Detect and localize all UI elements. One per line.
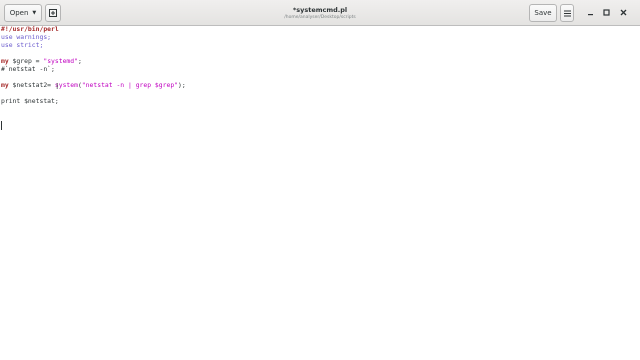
close-button[interactable] xyxy=(617,6,629,18)
hamburger-menu-button[interactable] xyxy=(560,4,574,22)
text-editor-area[interactable] xyxy=(0,26,640,360)
hamburger-menu-icon xyxy=(563,10,571,16)
ibeam-cursor-icon: I xyxy=(56,82,59,91)
maximize-button[interactable] xyxy=(600,6,612,18)
close-icon xyxy=(620,9,626,15)
keyword: my xyxy=(1,57,9,65)
window-title: *systemcmd.pl xyxy=(292,6,348,14)
minimize-button[interactable] xyxy=(584,6,596,18)
code-text: ; xyxy=(77,57,82,65)
header-bar: Open ▼ *systemcmd.pl /home/analyser/Desk… xyxy=(0,0,640,26)
new-document-button[interactable] xyxy=(45,4,61,22)
code-line-5: my $grep = "systemd"; xyxy=(1,57,82,65)
string-literal: "netstat -n | grep $grep" xyxy=(81,81,179,89)
code-line-6: #`netstat -n`; xyxy=(1,65,55,73)
dropdown-arrow-icon: ▼ xyxy=(32,10,37,16)
new-document-icon xyxy=(49,9,57,17)
maximize-icon xyxy=(602,8,610,16)
code-text: $netstat2= xyxy=(8,81,55,89)
code-text: warnings; xyxy=(12,33,52,41)
code-text: ); xyxy=(178,81,186,89)
keyword: use xyxy=(1,33,13,41)
keyword: my xyxy=(1,81,9,89)
open-button-label: Open xyxy=(9,9,29,17)
save-button[interactable]: Save xyxy=(529,4,557,22)
code-text: $grep = xyxy=(8,57,44,65)
code-text: strict; xyxy=(12,41,44,49)
string-literal: "systemd" xyxy=(43,57,78,65)
keyword: use xyxy=(1,41,13,49)
code-line-8: my $netstat2= system("netstat -n | grep … xyxy=(1,81,186,89)
code-line-1: #!/usr/bin/perl xyxy=(1,25,59,33)
code-line-2: use warnings; xyxy=(1,33,51,41)
file-path: /home/analyser/Desktop/scripts xyxy=(284,15,356,20)
text-caret xyxy=(1,121,2,130)
open-button[interactable]: Open ▼ xyxy=(4,4,42,22)
code-line-10: print $netstat; xyxy=(1,97,59,105)
code-line-3: use strict; xyxy=(1,41,43,49)
minimize-icon xyxy=(587,13,593,15)
